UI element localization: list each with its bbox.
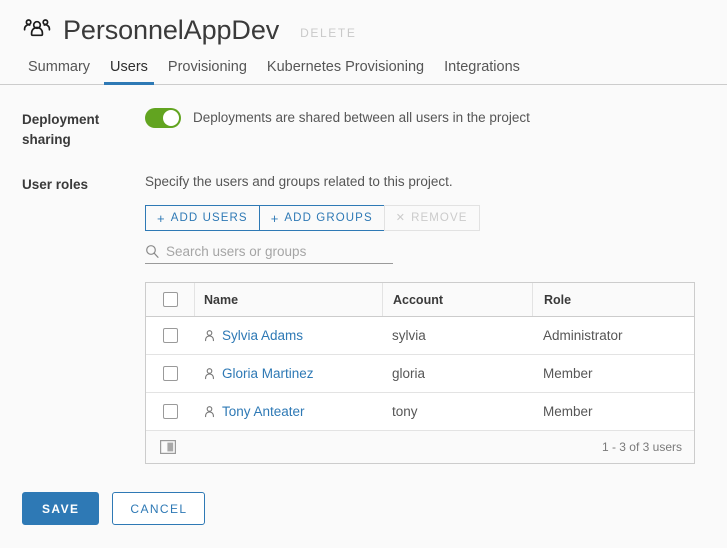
search-input[interactable] (166, 243, 393, 259)
cell-account: sylvia (392, 328, 426, 343)
form-area: Deployment sharing Deployments are share… (0, 108, 727, 464)
user-name-link[interactable]: Tony Anteater (222, 404, 305, 419)
deployment-sharing-toggle[interactable] (145, 108, 181, 128)
cell-account: tony (392, 404, 418, 419)
column-header-name[interactable]: Name (195, 283, 383, 316)
remove-button[interactable]: ✕ REMOVE (383, 205, 480, 231)
user-roles-toolbar: + ADD USERS + ADD GROUPS ✕ REMOVE (145, 205, 727, 231)
row-select-cell (146, 317, 194, 354)
person-icon (203, 367, 216, 380)
cancel-button[interactable]: CANCEL (112, 492, 206, 525)
columns-icon[interactable] (160, 440, 177, 455)
close-icon: ✕ (395, 211, 407, 224)
cell-role: Member (543, 366, 593, 381)
person-icon (203, 329, 216, 342)
add-users-label: ADD USERS (170, 212, 248, 224)
tab-bar: Summary Users Provisioning Kubernetes Pr… (0, 54, 727, 85)
tab-provisioning[interactable]: Provisioning (158, 58, 257, 84)
user-roles-row: User roles Specify the users and groups … (22, 173, 727, 464)
user-roles-label: User roles (22, 177, 89, 192)
plus-icon: + (157, 210, 166, 226)
row-checkbox[interactable] (162, 366, 178, 381)
remove-label: REMOVE (411, 212, 468, 224)
add-users-button[interactable]: + ADD USERS (145, 205, 260, 231)
delete-link[interactable]: DELETE (300, 20, 356, 40)
row-checkbox[interactable] (162, 404, 178, 419)
deployment-sharing-description: Deployments are shared between all users… (193, 110, 530, 125)
cell-role: Member (543, 404, 593, 419)
users-table: Name Account Role Sylvia Adams sylvia Ad… (145, 282, 695, 464)
row-select-cell (146, 393, 194, 430)
search-icon (145, 244, 159, 258)
table-header-row: Name Account Role (146, 283, 694, 317)
tab-integrations[interactable]: Integrations (434, 58, 530, 84)
form-actions: SAVE CANCEL (0, 492, 727, 525)
page-header: PersonnelAppDev DELETE (0, 0, 727, 45)
cell-role: Administrator (543, 328, 623, 343)
search-field[interactable] (145, 239, 393, 264)
add-groups-label: ADD GROUPS (284, 212, 373, 224)
table-footer: 1 - 3 of 3 users (146, 431, 694, 463)
row-checkbox[interactable] (162, 328, 178, 343)
cell-name: Gloria Martinez (194, 355, 382, 392)
users-group-icon (22, 15, 52, 45)
select-all-checkbox[interactable] (162, 292, 178, 307)
deployment-sharing-row: Deployment sharing Deployments are share… (22, 108, 727, 150)
row-count-label: 1 - 3 of 3 users (601, 440, 682, 454)
plus-icon: + (270, 210, 280, 226)
table-row[interactable]: Gloria Martinez gloria Member (146, 355, 694, 393)
select-all-cell (146, 283, 195, 316)
row-select-cell (146, 355, 194, 392)
deployment-sharing-label: Deployment sharing (22, 112, 100, 147)
tab-summary[interactable]: Summary (18, 58, 100, 84)
user-name-link[interactable]: Gloria Martinez (222, 366, 314, 381)
column-header-account[interactable]: Account (383, 283, 533, 316)
cell-account: gloria (392, 366, 426, 381)
tab-users[interactable]: Users (100, 58, 158, 85)
toggle-knob (163, 110, 179, 126)
cell-name: Tony Anteater (194, 393, 382, 430)
add-groups-button[interactable]: + ADD GROUPS (258, 205, 385, 231)
person-icon (203, 405, 216, 418)
table-row[interactable]: Tony Anteater tony Member (146, 393, 694, 431)
user-roles-hint: Specify the users and groups related to … (145, 174, 453, 189)
table-row[interactable]: Sylvia Adams sylvia Administrator (146, 317, 694, 355)
cell-name: Sylvia Adams (194, 317, 382, 354)
column-header-role[interactable]: Role (533, 283, 694, 316)
save-button[interactable]: SAVE (22, 492, 100, 525)
page-title: PersonnelAppDev (63, 15, 280, 45)
tab-kubernetes-provisioning[interactable]: Kubernetes Provisioning (257, 58, 434, 84)
user-name-link[interactable]: Sylvia Adams (222, 328, 303, 343)
